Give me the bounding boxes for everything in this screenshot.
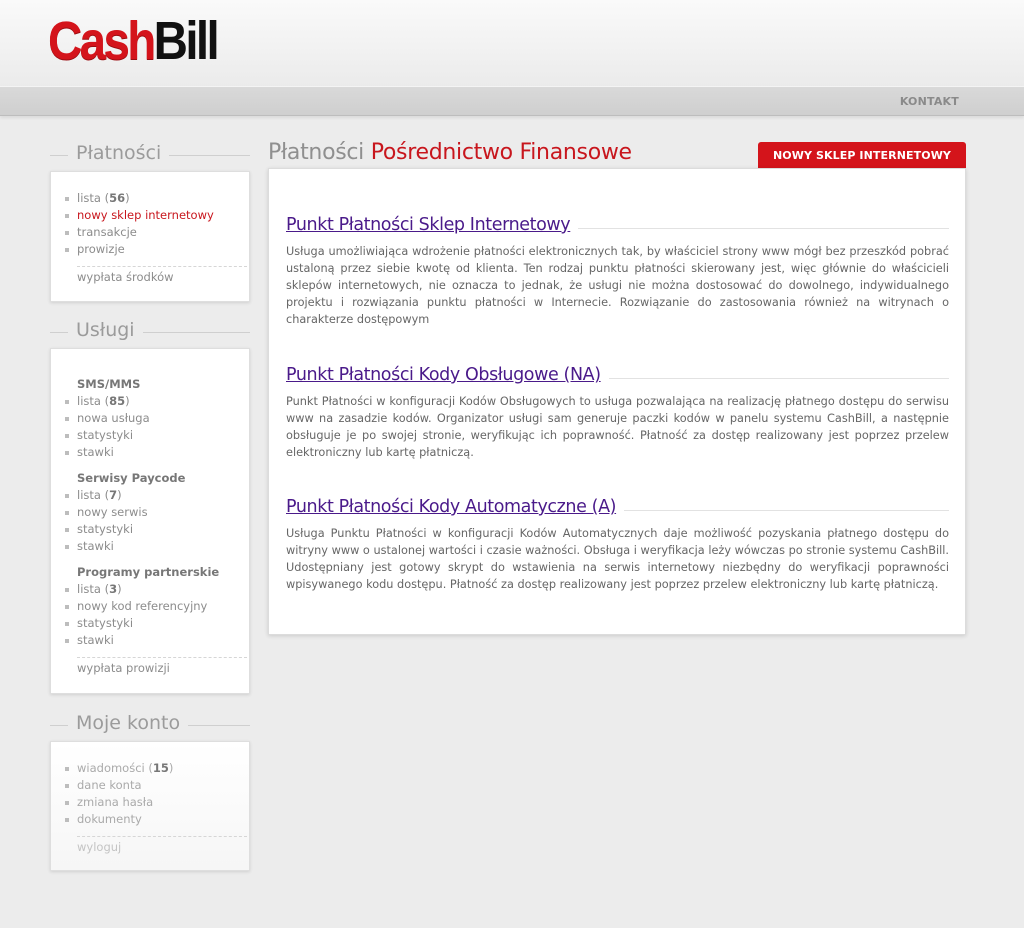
item-label: stawki [77, 633, 114, 647]
section-description: Usługa Punktu Płatności w konfiguracji K… [286, 527, 949, 591]
item-count: 7 [109, 488, 118, 502]
sidebar-item-commissions[interactable]: prowizje [65, 241, 249, 258]
sidebar-item-paycode-stats[interactable]: statystyki [65, 521, 249, 538]
top-navbar: KONTAKT [0, 86, 1024, 116]
sidebar-item-sms-new[interactable]: nowa usługa [65, 410, 249, 427]
sidebar-item-transactions[interactable]: transakcje [65, 224, 249, 241]
item-count: 3 [109, 582, 118, 596]
item-label: transakcje [77, 225, 137, 239]
sidebar-item-paycode-rates[interactable]: stawki [65, 538, 249, 555]
sidebar-item-sms-list[interactable]: lista (85) [65, 393, 249, 410]
item-label: lista [77, 488, 101, 502]
item-label: lista [77, 394, 101, 408]
sidebar-title-account: Moje konto [50, 712, 250, 736]
sidebar-item-payments-list[interactable]: lista (56) [65, 190, 249, 207]
item-label: lista [77, 191, 101, 205]
item-label: nowy serwis [77, 505, 148, 519]
logout-link[interactable]: wyloguj [77, 839, 249, 856]
section-description: Punkt Płatności w konfiguracji Kodów Obs… [286, 395, 949, 459]
sidebar-item-sms-rates[interactable]: stawki [65, 444, 249, 461]
logo-bill: Bill [153, 11, 220, 71]
sidebar-title-payments: Płatności [50, 142, 250, 166]
item-label: statystyki [77, 616, 134, 630]
sidebar-title-account-text: Moje konto [68, 712, 189, 734]
sidebar-box-services: SMS/MMS lista (85) nowa usługa statystyk… [50, 348, 250, 694]
item-label: nowa usługa [77, 411, 150, 425]
divider [77, 657, 247, 658]
new-shop-tab[interactable]: NOWY SKLEP INTERNETOWY [758, 142, 966, 175]
sidebar-item-new-shop[interactable]: nowy sklep internetowy [65, 207, 249, 224]
divider [77, 836, 247, 837]
item-label: dokumenty [77, 812, 142, 826]
item-label: statystyki [77, 428, 134, 442]
account-menu: wiadomości (15) dane konta zmiana hasła … [65, 760, 249, 828]
page-title-part2: Pośrednictwo Finansowe [370, 140, 632, 165]
item-label: stawki [77, 445, 114, 459]
nav-contact-link[interactable]: KONTAKT [900, 95, 959, 108]
sidebar-item-documents[interactable]: dokumenty [65, 811, 249, 828]
item-label: wiadomości [77, 761, 145, 775]
payments-menu: lista (56) nowy sklep internetowy transa… [65, 190, 249, 258]
sms-menu: lista (85) nowa usługa statystyki stawki [65, 393, 249, 461]
section-online-shop: Punkt Płatności Sklep Internetowy Usługa… [286, 215, 949, 328]
divider [77, 266, 247, 267]
sidebar-item-account-data[interactable]: dane konta [65, 777, 249, 794]
item-label: nowy kod referencyjny [77, 599, 208, 613]
sidebar-title-payments-text: Płatności [68, 142, 170, 164]
section-description: Usługa umożliwiająca wdrożenie płatności… [286, 245, 949, 326]
item-label: lista [77, 582, 101, 596]
sidebar-item-partners-rates[interactable]: stawki [65, 632, 249, 649]
page-title: Płatności Pośrednictwo Finansowe [268, 140, 632, 165]
section-head: Punkt Płatności Kody Automatyczne (A) [286, 497, 949, 523]
item-count: 85 [109, 394, 126, 408]
item-label: stawki [77, 539, 114, 553]
section-title-link[interactable]: Punkt Płatności Kody Obsługowe (NA) [286, 365, 609, 385]
section-service-codes: Punkt Płatności Kody Obsługowe (NA) Punk… [286, 365, 949, 461]
sidebar-item-partners-new-code[interactable]: nowy kod referencyjny [65, 598, 249, 615]
sidebar-item-sms-stats[interactable]: statystyki [65, 427, 249, 444]
sidebar-item-paycode-new[interactable]: nowy serwis [65, 504, 249, 521]
group-title-sms: SMS/MMS [77, 377, 141, 391]
section-title-link[interactable]: Punkt Płatności Kody Automatyczne (A) [286, 497, 625, 517]
header: CashBill [0, 0, 1024, 86]
item-label: zmiana hasła [77, 795, 154, 809]
section-head: Punkt Płatności Sklep Internetowy [286, 215, 949, 241]
group-title-partners: Programy partnerskie [77, 565, 220, 579]
item-label: statystyki [77, 522, 134, 536]
sidebar-item-paycode-list[interactable]: lista (7) [65, 487, 249, 504]
main-content-box: Punkt Płatności Sklep Internetowy Usługa… [268, 168, 966, 635]
sidebar-title-services-text: Usługi [68, 319, 143, 341]
paycode-menu: lista (7) nowy serwis statystyki stawki [65, 487, 249, 555]
sidebar-title-services: Usługi [50, 319, 250, 343]
sidebar-item-partners-list[interactable]: lista (3) [65, 581, 249, 598]
item-label: dane konta [77, 778, 142, 792]
sidebar-box-account: wiadomości (15) dane konta zmiana hasła … [50, 741, 250, 871]
item-label: nowy sklep internetowy [77, 208, 214, 222]
group-title-paycode: Serwisy Paycode [77, 471, 186, 485]
page-title-part1: Płatności [268, 140, 364, 165]
sidebar-item-messages[interactable]: wiadomości (15) [65, 760, 249, 777]
sidebar-item-change-password[interactable]: zmiana hasła [65, 794, 249, 811]
cashbill-logo[interactable]: CashBill [48, 11, 220, 71]
withdraw-commission-link[interactable]: wypłata prowizji [77, 660, 249, 677]
item-count: 15 [152, 761, 169, 775]
withdraw-funds-link[interactable]: wypłata środków [77, 269, 249, 286]
section-title-link[interactable]: Punkt Płatności Sklep Internetowy [286, 215, 579, 235]
sidebar-item-partners-stats[interactable]: statystyki [65, 615, 249, 632]
sidebar-box-payments: lista (56) nowy sklep internetowy transa… [50, 171, 250, 302]
item-label: prowizje [77, 242, 125, 256]
section-automatic-codes: Punkt Płatności Kody Automatyczne (A) Us… [286, 497, 949, 593]
item-count: 56 [109, 191, 126, 205]
section-head: Punkt Płatności Kody Obsługowe (NA) [286, 365, 949, 391]
partners-menu: lista (3) nowy kod referencyjny statysty… [65, 581, 249, 649]
logo-cash: Cash [48, 11, 156, 71]
